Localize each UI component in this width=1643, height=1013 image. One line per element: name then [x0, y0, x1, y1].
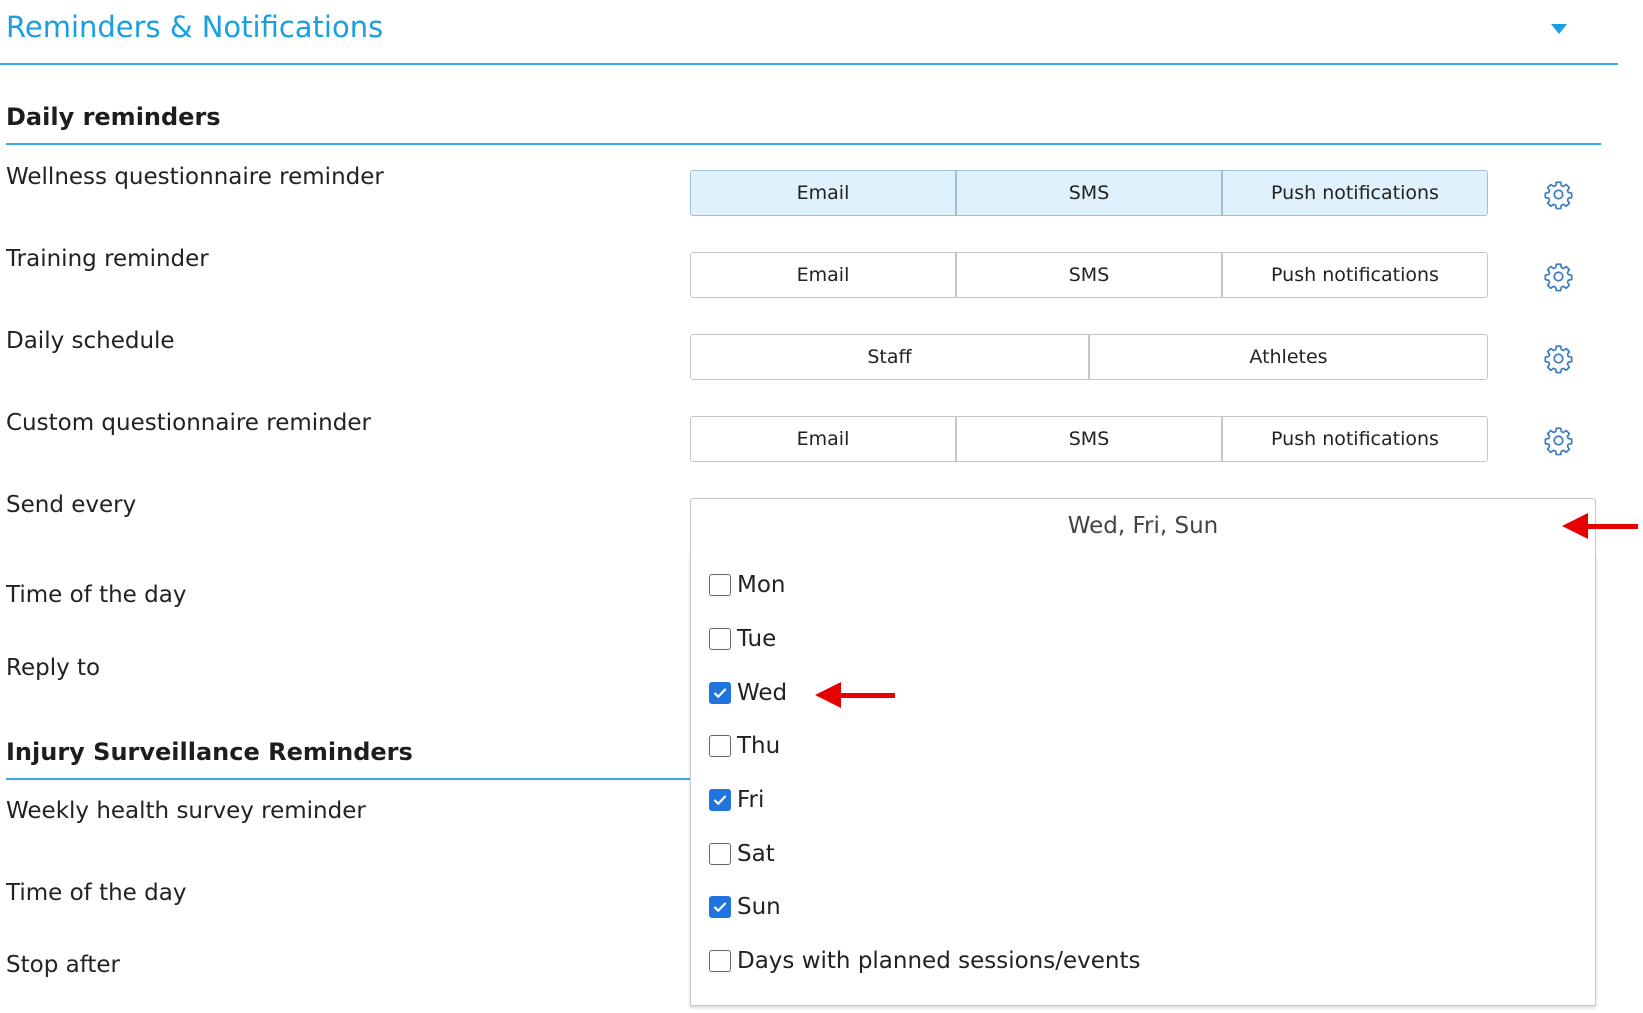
day-option-label: Sat: [737, 841, 775, 867]
annotation-arrow-shaft: [1586, 524, 1638, 529]
day-option-label: Days with planned sessions/events: [737, 948, 1141, 974]
daily-divider: [6, 143, 1601, 145]
daily-reminders-heading: Daily reminders: [6, 103, 221, 131]
checkbox-checked-icon[interactable]: [709, 896, 731, 918]
day-option-mon[interactable]: Mon: [709, 572, 786, 598]
annotation-arrow-head: [1562, 513, 1588, 539]
day-option-label: Fri: [737, 787, 765, 813]
weekly-health-survey-label: Weekly health survey reminder: [6, 798, 366, 824]
day-option-wed[interactable]: Wed: [709, 680, 787, 706]
day-option-sat[interactable]: Sat: [709, 841, 775, 867]
checkbox-empty-icon[interactable]: [709, 950, 731, 972]
day-option-label: Tue: [737, 626, 777, 652]
custom-channel-toggle: Email SMS Push notifications: [690, 416, 1488, 462]
checkbox-checked-icon[interactable]: [709, 789, 731, 811]
schedule-audience-toggle: Staff Athletes: [690, 334, 1488, 380]
custom-settings-gear-icon[interactable]: [1543, 425, 1574, 456]
checkbox-empty-icon[interactable]: [709, 574, 731, 596]
checkbox-checked-icon[interactable]: [709, 682, 731, 704]
schedule-athletes-button[interactable]: Athletes: [1088, 335, 1487, 379]
panel-title[interactable]: Reminders & Notifications: [6, 10, 383, 44]
header-divider: [0, 63, 1618, 65]
injury-surveillance-heading: Injury Surveillance Reminders: [6, 738, 413, 766]
wellness-reminder-label: Wellness questionnaire reminder: [6, 164, 384, 190]
send-every-label: Send every: [6, 492, 137, 518]
daily-schedule-label: Daily schedule: [6, 328, 175, 354]
training-channel-toggle: Email SMS Push notifications: [690, 252, 1488, 298]
wellness-channel-toggle: Email SMS Push notifications: [690, 170, 1488, 216]
send-every-dropdown: Mon Tue Wed Thu Fri Sat Sun Days with planned s…: [690, 552, 1596, 1006]
day-option-sun[interactable]: Sun: [709, 894, 781, 920]
training-push-button[interactable]: Push notifications: [1221, 253, 1487, 297]
annotation-arrow-head: [815, 682, 841, 708]
checkbox-empty-icon[interactable]: [709, 628, 731, 650]
day-option-tue[interactable]: Tue: [709, 626, 776, 652]
schedule-staff-button[interactable]: Staff: [691, 335, 1088, 379]
day-option-thu[interactable]: Thu: [709, 733, 780, 759]
day-option-label: Thu: [737, 733, 781, 759]
wellness-email-button[interactable]: Email: [691, 171, 955, 215]
annotation-arrow-shaft: [839, 693, 895, 698]
schedule-settings-gear-icon[interactable]: [1543, 343, 1574, 374]
training-sms-button[interactable]: SMS: [955, 253, 1221, 297]
training-settings-gear-icon[interactable]: [1543, 261, 1574, 292]
wellness-push-button[interactable]: Push notifications: [1221, 171, 1487, 215]
day-option-fri[interactable]: Fri: [709, 787, 764, 813]
day-option-days[interactable]: Days with planned sessions/events: [709, 948, 1140, 974]
day-option-label: Mon: [737, 572, 786, 598]
custom-questionnaire-label: Custom questionnaire reminder: [6, 410, 371, 436]
checkbox-empty-icon[interactable]: [709, 735, 731, 757]
day-option-label: Wed: [737, 680, 788, 706]
training-reminder-label: Training reminder: [6, 246, 209, 272]
checkbox-empty-icon[interactable]: [709, 843, 731, 865]
collapse-caret-icon[interactable]: [1551, 24, 1567, 34]
send-every-select[interactable]: Wed, Fri, Sun: [690, 498, 1596, 553]
custom-email-button[interactable]: Email: [691, 417, 955, 461]
injury-time-of-day-label: Time of the day: [6, 880, 187, 906]
injury-divider: [6, 778, 690, 780]
custom-sms-button[interactable]: SMS: [955, 417, 1221, 461]
time-of-day-label: Time of the day: [6, 582, 187, 608]
wellness-sms-button[interactable]: SMS: [955, 171, 1221, 215]
training-email-button[interactable]: Email: [691, 253, 955, 297]
reply-to-label: Reply to: [6, 655, 101, 681]
stop-after-label: Stop after: [6, 952, 121, 978]
wellness-settings-gear-icon[interactable]: [1543, 179, 1574, 210]
custom-push-button[interactable]: Push notifications: [1221, 417, 1487, 461]
day-option-label: Sun: [737, 894, 781, 920]
